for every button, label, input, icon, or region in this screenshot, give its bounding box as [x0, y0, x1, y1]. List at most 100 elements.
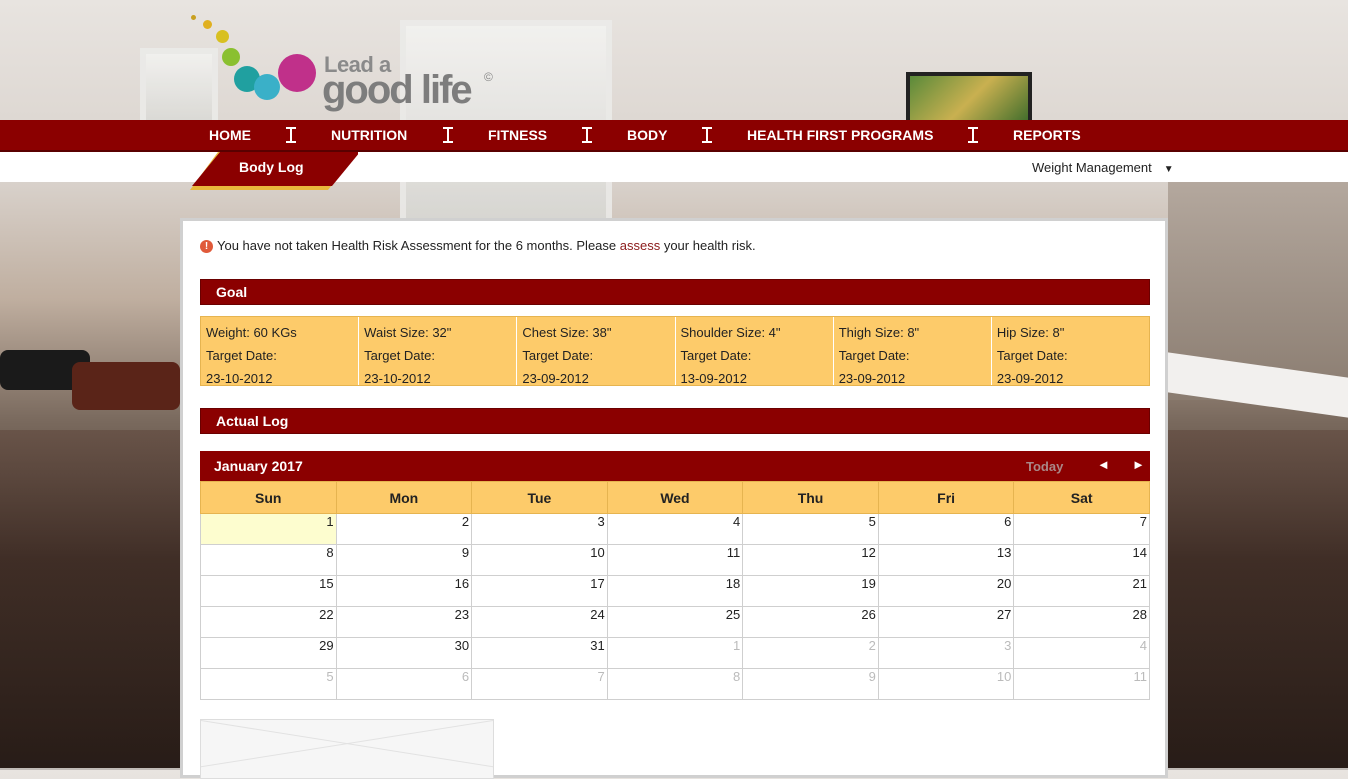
calendar-day-cell[interactable]: 3 — [471, 513, 608, 545]
calendar-day-cell[interactable]: 28 — [1013, 606, 1150, 638]
alert-icon: ! — [200, 240, 213, 253]
calendar-day-cell[interactable]: 11 — [606, 544, 744, 576]
calendar-day-cell[interactable]: 6 — [335, 668, 473, 700]
weight-management-dropdown[interactable]: Weight Management ▼ — [1032, 160, 1174, 175]
calendar-week-row: 1234567 — [200, 513, 1150, 545]
calendar-header: January 2017 Today ◄ ► — [200, 451, 1150, 481]
goal-date-label: Target Date: — [996, 348, 1068, 363]
calendar-day-cell[interactable]: 27 — [877, 606, 1015, 638]
calendar-day-cell[interactable]: 15 — [200, 575, 337, 607]
goal-date: 23-10-2012 — [364, 371, 431, 386]
nav-body[interactable]: BODY — [627, 120, 667, 150]
calendar-day-cell[interactable]: 1 — [606, 637, 744, 669]
nav-separator-icon — [967, 127, 979, 143]
calendar-week-row: 22 23 24 25 26 27 28 — [200, 606, 1150, 638]
logo-dot — [222, 48, 240, 66]
nav-reports[interactable]: REPORTS — [1013, 120, 1081, 150]
goal-measure: Chest Size: 38" — [522, 325, 612, 340]
goal-date-label: Target Date: — [206, 348, 277, 363]
calendar-day-cell[interactable]: 9 — [742, 668, 879, 700]
calendar-day-cell[interactable]: 17 — [471, 575, 608, 607]
goal-grid: Weight: 60 KGs Target Date: 23-10-2012 W… — [200, 316, 1150, 386]
calendar-day-cell[interactable]: 4 — [606, 513, 744, 545]
calendar-day-cell[interactable]: 19 — [742, 575, 879, 607]
calendar-day-cell[interactable]: 7 — [1013, 513, 1150, 545]
calendar-day-cell[interactable]: 7 — [471, 668, 608, 700]
weekday-fri: Fri — [877, 481, 1015, 514]
calendar-day-cell[interactable]: 6 — [877, 513, 1015, 545]
goal-date: 23-10-2012 — [206, 371, 273, 386]
weekday-wed: Wed — [606, 481, 744, 514]
calendar-day-cell[interactable]: 24 — [471, 606, 608, 638]
goal-measure: Weight: 60 KGs — [206, 325, 297, 340]
nav-separator-icon — [701, 127, 713, 143]
calendar-grid: Sun Mon Tue Wed Thu Fri Sat 1 2 3 4 5 6 7 8 9 10 1… — [200, 481, 1150, 700]
calendar-next-icon[interactable]: ► — [1132, 457, 1145, 472]
goal-measure: Shoulder Size: 4" — [680, 325, 781, 340]
calendar-day-cell[interactable]: 16 — [335, 575, 473, 607]
calendar-day-cell[interactable]: 20 — [877, 575, 1015, 607]
calendar-day-cell[interactable]: 22 — [200, 606, 337, 638]
goal-date-label: Target Date: — [680, 348, 752, 363]
goal-item-shoulder: Shoulder Size: 4" Target Date: 13-09-201… — [676, 317, 834, 386]
goal-date: 13-09-2012 — [680, 371, 748, 386]
nav-fitness[interactable]: FITNESS — [488, 120, 547, 150]
nav-separator-icon — [581, 127, 593, 143]
calendar-week-row: 8 9 10 11 12 13 14 — [200, 544, 1150, 576]
calendar-day-cell[interactable]: 8 — [200, 544, 337, 576]
dropdown-label: Weight Management — [1032, 160, 1152, 175]
calendar-day-cell[interactable]: 25 — [606, 606, 744, 638]
nav-health-first-programs[interactable]: HEALTH FIRST PROGRAMS — [747, 120, 933, 150]
logo-dot — [254, 74, 280, 100]
calendar-day-cell[interactable]: 2 — [335, 513, 473, 545]
calendar-week-row: 5 6 7 8 9 10 11 — [200, 668, 1150, 700]
calendar-prev-icon[interactable]: ◄ — [1097, 457, 1110, 472]
logo-dot — [216, 30, 229, 43]
calendar-day-cell[interactable]: 8 — [606, 668, 744, 700]
goal-item-hip: Hip Size: 8" Target Date: 23-09-2012 — [992, 317, 1149, 386]
weekday-mon: Mon — [335, 481, 473, 514]
hra-alert: ! You have not taken Health Risk Assessme… — [200, 238, 756, 253]
calendar-today-button[interactable]: Today — [1026, 459, 1063, 474]
alert-text-before: You have not taken Health Risk Assessmen… — [217, 238, 620, 253]
calendar-day-cell[interactable]: 10 — [471, 544, 608, 576]
background-ottoman — [72, 362, 180, 410]
logo-text-good-life: good life — [322, 68, 473, 112]
calendar-week-row: 15 16 17 18 19 20 21 — [200, 575, 1150, 607]
calendar-day-cell[interactable]: 13 — [877, 544, 1015, 576]
calendar-day-cell[interactable]: 31 — [471, 637, 608, 669]
goal-measure: Thigh Size: 8" — [838, 325, 920, 340]
calendar-day-cell[interactable]: 4 — [1013, 637, 1150, 669]
site-logo[interactable]: Lead a good life © — [188, 12, 508, 120]
nav-nutrition[interactable]: NUTRITION — [331, 120, 407, 150]
calendar-day-cell[interactable]: 11 — [1013, 668, 1150, 700]
calendar-day-cell[interactable]: 23 — [335, 606, 473, 638]
calendar-day-cell[interactable]: 26 — [742, 606, 879, 638]
nav-separator-icon — [442, 127, 454, 143]
calendar-day-cell[interactable]: 5 — [742, 513, 879, 545]
logo-copyright: © — [484, 70, 493, 84]
calendar-day-cell[interactable]: 3 — [877, 637, 1015, 669]
calendar-day-cell[interactable]: 1 — [200, 513, 337, 545]
calendar-day-cell[interactable]: 30 — [335, 637, 473, 669]
calendar-day-cell[interactable]: 9 — [335, 544, 473, 576]
nav-home[interactable]: HOME — [209, 120, 251, 150]
assess-link[interactable]: assess — [620, 238, 660, 253]
bottom-placeholder-box — [200, 719, 494, 779]
logo-dot — [203, 20, 212, 29]
calendar-day-cell[interactable]: 21 — [1013, 575, 1150, 607]
calendar-day-cell[interactable]: 12 — [742, 544, 879, 576]
calendar-day-cell[interactable]: 29 — [200, 637, 337, 669]
calendar-day-cell[interactable]: 14 — [1013, 544, 1150, 576]
goal-date-label: Target Date: — [364, 348, 435, 363]
logo-dot — [278, 54, 316, 92]
calendar-day-cell[interactable]: 10 — [877, 668, 1015, 700]
weekday-tue: Tue — [471, 481, 608, 514]
nav-separator-icon — [285, 127, 297, 143]
goal-item-chest: Chest Size: 38" Target Date: 23-09-2012 — [517, 317, 676, 386]
calendar-day-cell[interactable]: 18 — [606, 575, 744, 607]
calendar-day-cell[interactable]: 2 — [742, 637, 879, 669]
calendar-day-cell[interactable]: 5 — [200, 668, 337, 700]
tab-body-log[interactable]: Body Log — [190, 152, 358, 190]
weekday-thu: Thu — [742, 481, 879, 514]
